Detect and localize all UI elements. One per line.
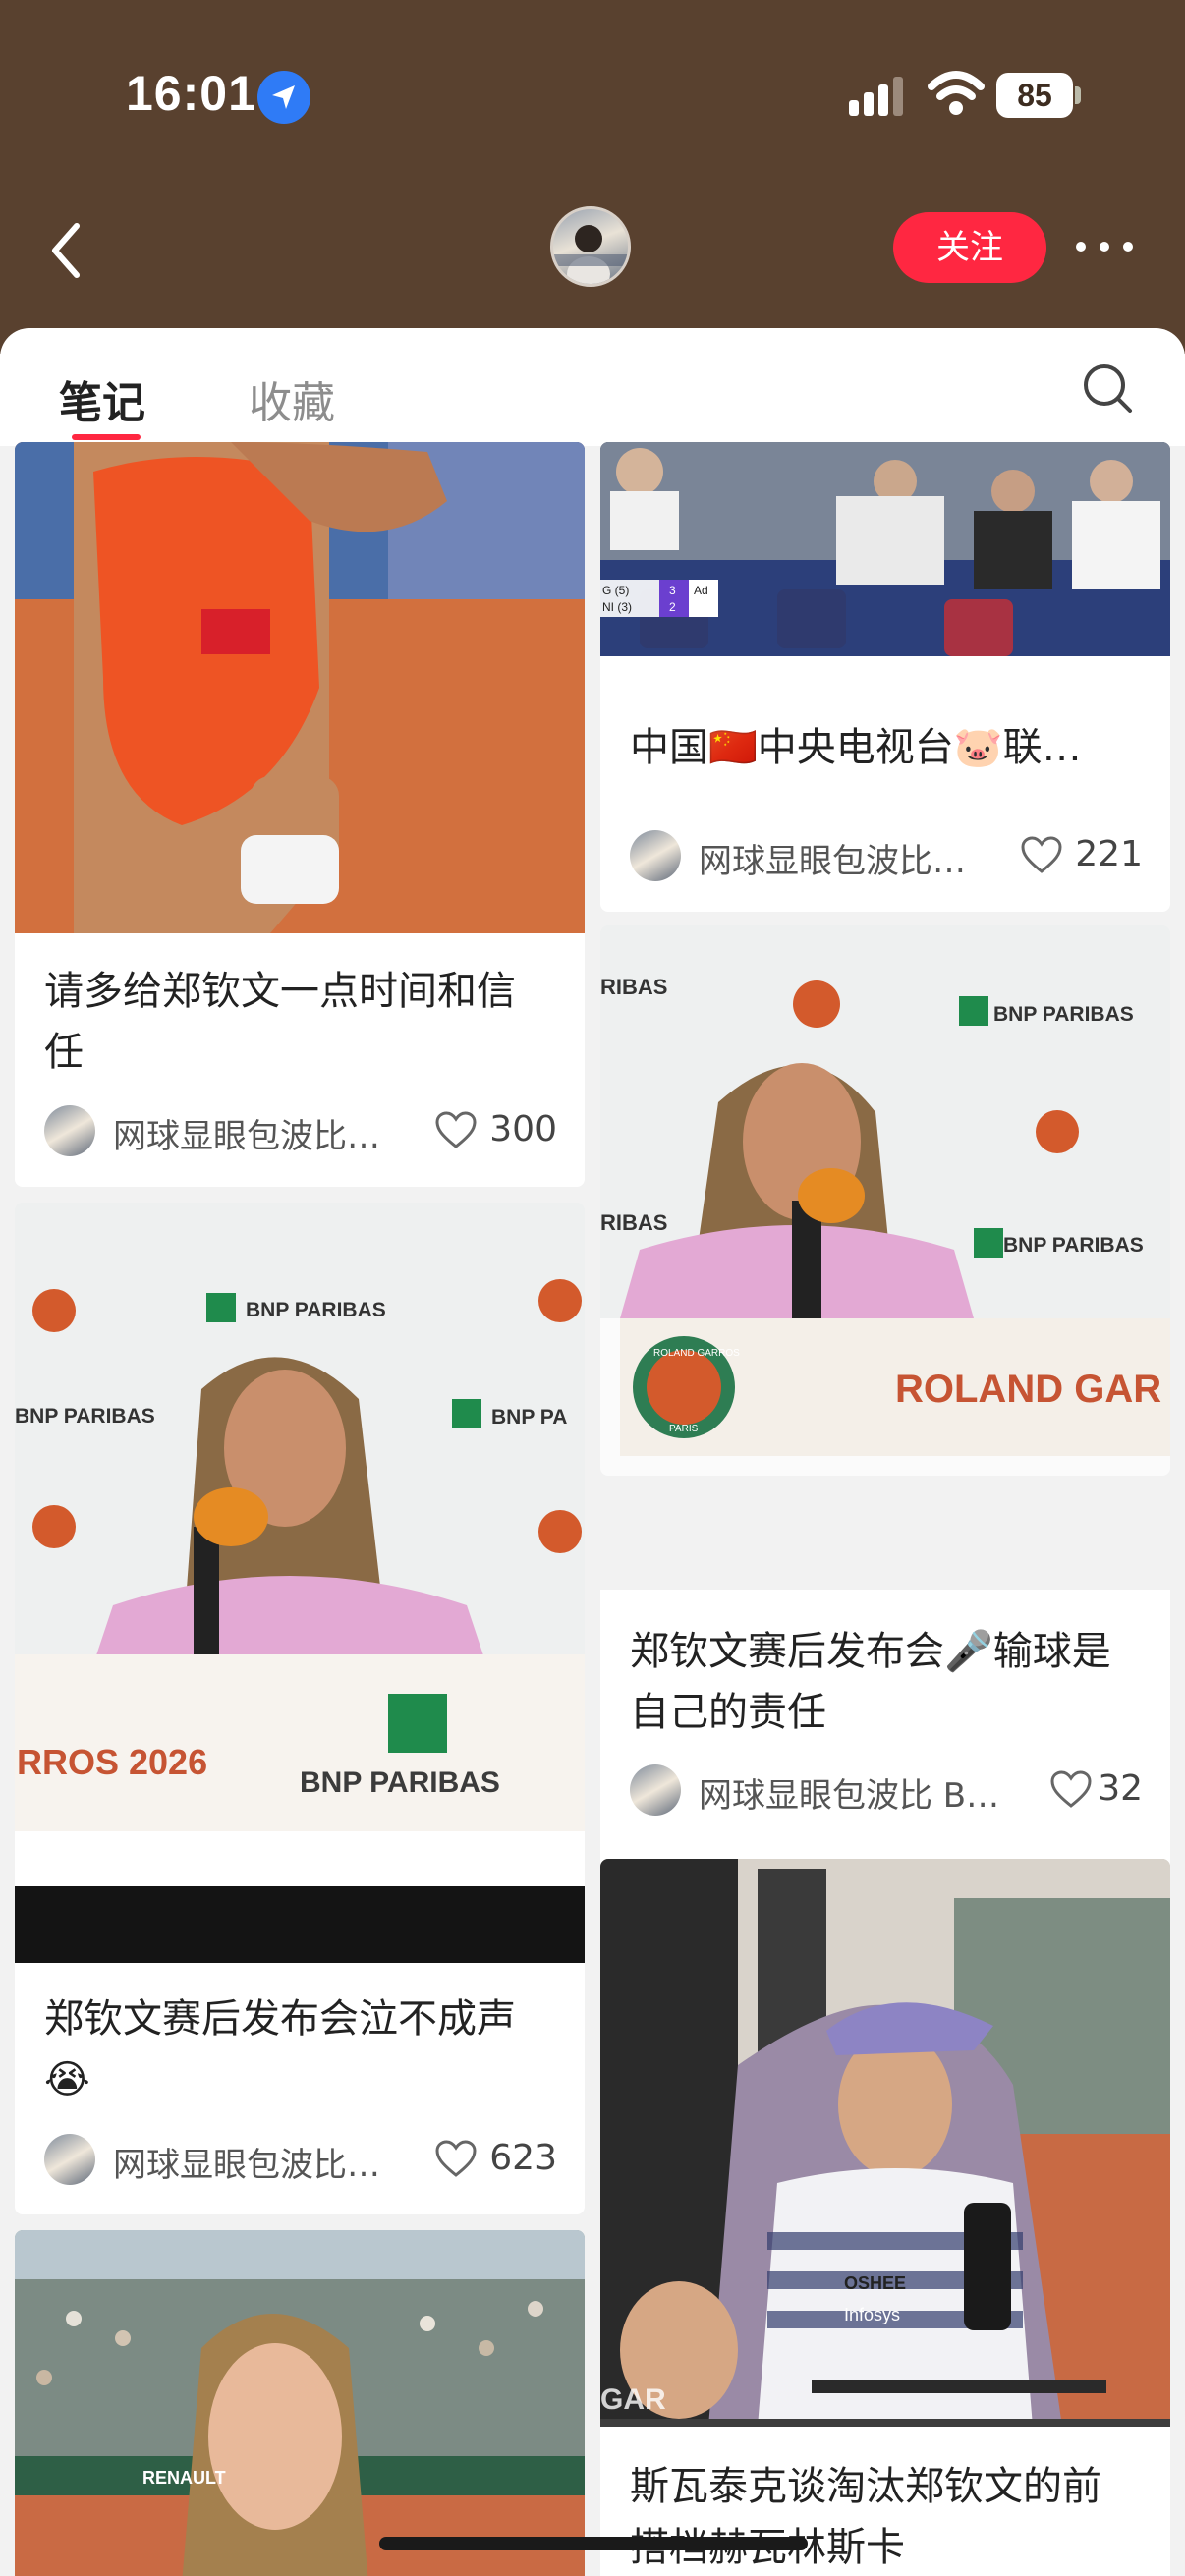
author-name: 网球显眼包波比… xyxy=(113,1117,380,1156)
logo-text: ROLAND GARROS xyxy=(653,1348,740,1359)
board-text: ROLAND GAR xyxy=(895,1368,1161,1411)
author-avatar xyxy=(44,2134,95,2185)
jersey-text: OSHEE xyxy=(844,2273,906,2293)
author-name: 网球显眼包波比… xyxy=(113,2146,380,2185)
note-title: 请多给郑钦文一点时间和信 任 xyxy=(44,969,516,1075)
heart-icon[interactable] xyxy=(435,2140,477,2179)
note-cover-image: BNP PARIBAS BNP PARIBAS BNP PA RROS 2026… xyxy=(15,1203,585,1963)
like-count: 300 xyxy=(489,1109,557,1149)
follow-button[interactable]: 关注 xyxy=(893,212,1046,283)
tab-notes[interactable]: 笔记 xyxy=(59,367,145,430)
sponsor-text: RIBAS xyxy=(600,975,667,999)
note-cover-image: RIBAS BNP PARIBAS BNP PARIBAS RIBAS ROLA… xyxy=(600,925,1170,1476)
battery-tip xyxy=(1075,86,1081,104)
like-count: 221 xyxy=(1075,834,1143,874)
board-text: GAR xyxy=(600,2383,666,2416)
back-arrow-icon[interactable] xyxy=(41,216,92,285)
note-meta: 网球显眼包波比 B… 32 xyxy=(630,1764,1143,1818)
note-meta: 网球显眼包波比… 300 xyxy=(44,1105,557,1158)
note-cover-image xyxy=(15,442,585,933)
author-name: 网球显眼包波比… xyxy=(699,842,966,881)
score-text: Ad xyxy=(694,584,708,597)
tab-favorites[interactable]: 收藏 xyxy=(249,367,335,430)
logo-text: PARIS xyxy=(669,1424,699,1434)
cover-photo: BNP PARIBAS BNP PARIBAS BNP PA RROS 2026… xyxy=(15,1203,585,1963)
cover-photo: OSHEE Infosys GAR xyxy=(600,1859,1170,2427)
author-avatar xyxy=(630,1764,681,1816)
home-indicator[interactable] xyxy=(379,2537,808,2550)
active-tab-indicator xyxy=(72,434,141,440)
cover-photo: RIBAS BNP PARIBAS BNP PARIBAS RIBAS ROLA… xyxy=(600,925,1170,1476)
sponsor-text: BNP PARIBAS xyxy=(15,1405,155,1428)
note-cover-image: G (5) NI (3) 3 2 Ad xyxy=(600,442,1170,656)
heart-icon[interactable] xyxy=(435,1111,477,1150)
sponsor-text: BNP PA xyxy=(491,1406,567,1428)
profile-header: 16:01 85 关注 xyxy=(0,0,1185,354)
note-title: 斯瓦泰克谈淘汰郑钦文的前 搭档赫瓦林斯卡 xyxy=(630,2464,1101,2570)
tab-bar: 笔记 收藏 xyxy=(0,328,1185,446)
note-card[interactable]: OSHEE Infosys GAR 斯瓦泰克谈淘汰郑钦文的前 搭档赫瓦林斯卡 xyxy=(600,1859,1170,2576)
board-text: RROS 2026 xyxy=(17,1742,207,1782)
sponsor-text: BNP PARIBAS xyxy=(993,1003,1134,1026)
score-text: G (5) xyxy=(602,584,629,597)
author-avatar xyxy=(630,830,681,881)
location-arrow-icon xyxy=(257,71,310,124)
note-title: 郑钦文赛后发布会泣不成声 😭 xyxy=(44,1996,516,2102)
wifi-icon xyxy=(928,71,985,115)
like-count: 32 xyxy=(1098,1768,1143,1809)
author-avatar xyxy=(44,1105,95,1156)
note-cover-image: OSHEE Infosys GAR xyxy=(600,1859,1170,2427)
note-title: 郑钦文赛后发布会🎤输球是 自己的责任 xyxy=(630,1629,1111,1735)
cover-photo: RENAULT xyxy=(15,2230,585,2576)
note-card-footer[interactable]: 郑钦文赛后发布会🎤输球是 自己的责任 网球显眼包波比 B… 32 xyxy=(600,1590,1170,1876)
sponsor-text: RIBAS xyxy=(600,1210,667,1235)
board-text: BNP PARIBAS xyxy=(300,1766,500,1799)
avatar-photo xyxy=(553,225,628,284)
score-text: 3 xyxy=(669,584,676,597)
note-card[interactable]: 请多给郑钦文一点时间和信 任 网球显眼包波比… 300 xyxy=(15,442,585,1187)
cover-photo: G (5) NI (3) 3 2 Ad xyxy=(600,442,1170,656)
board-text: RENAULT xyxy=(142,2468,226,2488)
heart-icon[interactable] xyxy=(1050,1770,1092,1810)
battery-indicator: 85 xyxy=(996,73,1073,118)
notes-feed[interactable]: 请多给郑钦文一点时间和信 任 网球显眼包波比… 300 G (5) NI (3)… xyxy=(0,442,1185,2576)
author-name: 网球显眼包波比 B… xyxy=(699,1776,1000,1816)
profile-avatar[interactable] xyxy=(550,206,631,287)
search-icon[interactable] xyxy=(1081,362,1134,415)
note-card[interactable]: RIBAS BNP PARIBAS BNP PARIBAS RIBAS ROLA… xyxy=(600,925,1170,1476)
sponsor-text: BNP PARIBAS xyxy=(246,1299,386,1321)
note-card[interactable]: BNP PARIBAS BNP PARIBAS BNP PA RROS 2026… xyxy=(15,1203,585,2214)
status-time: 16:01 xyxy=(126,66,256,121)
score-text: 2 xyxy=(669,600,676,614)
score-text: NI (3) xyxy=(602,600,632,614)
cellular-signal-icon xyxy=(849,77,903,116)
note-cover-image: RENAULT xyxy=(15,2230,585,2576)
like-count: 623 xyxy=(489,2138,557,2178)
jersey-text: Infosys xyxy=(844,2305,900,2324)
sponsor-text: BNP PARIBAS xyxy=(1003,1234,1144,1257)
note-card[interactable]: RENAULT xyxy=(15,2230,585,2576)
cover-photo xyxy=(15,442,585,933)
note-title: 中国🇨🇳中央电视台🐷联… xyxy=(630,725,1082,770)
note-meta: 网球显眼包波比… 623 xyxy=(44,2134,557,2187)
more-options-icon[interactable] xyxy=(1073,236,1136,257)
heart-icon[interactable] xyxy=(1021,836,1062,875)
note-card[interactable]: G (5) NI (3) 3 2 Ad 中国🇨🇳中央电视台🐷联… 网球显眼包波比… xyxy=(600,442,1170,912)
note-meta: 网球显眼包波比… 221 xyxy=(630,830,1143,883)
